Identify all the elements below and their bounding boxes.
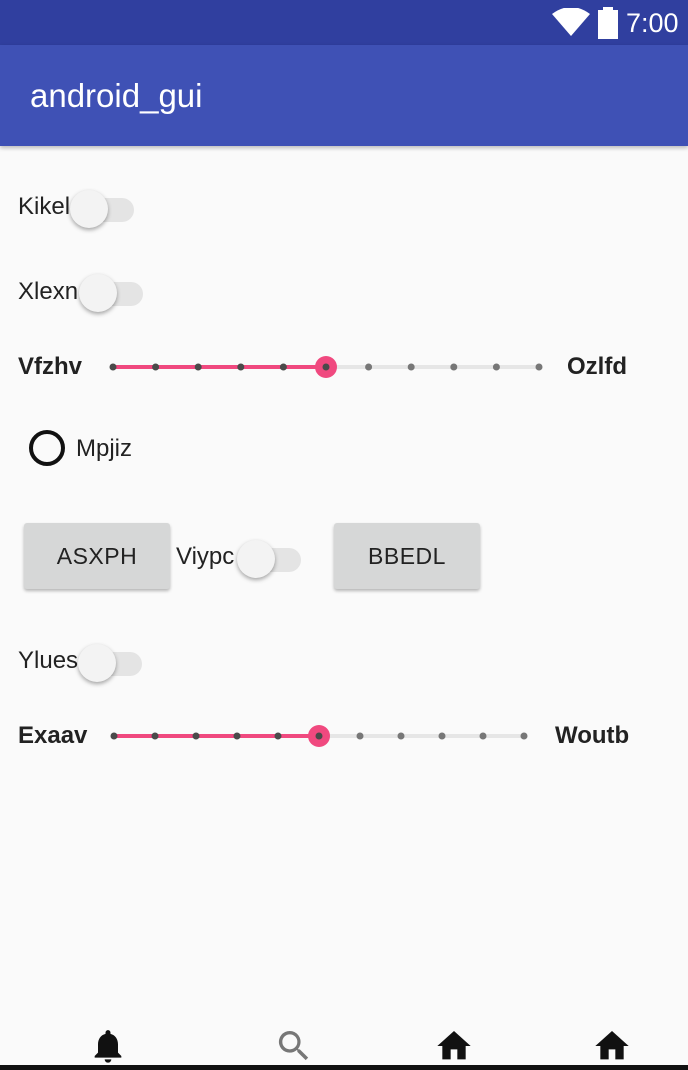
seekbar-tick (152, 363, 160, 371)
seekbar-tick (397, 732, 405, 740)
seekbar-vfzhv[interactable] (100, 352, 550, 382)
seekbar-exaav[interactable] (100, 721, 540, 751)
seekbar-tick (279, 363, 287, 371)
seekbar-tick (194, 363, 202, 371)
seekbar-track (110, 725, 528, 747)
home-icon (595, 1031, 629, 1060)
slider-left-label-vfzhv: Vfzhv (18, 353, 83, 380)
slider-left-label-exaav: Exaav (18, 722, 88, 749)
app-title: android_gui (30, 77, 203, 114)
seekbar-tick (365, 363, 373, 371)
switch-viypc[interactable] (237, 536, 303, 578)
seekbar-tick (274, 732, 282, 740)
bottom-navigation (0, 1010, 688, 1070)
status-bar: 7:00 (0, 0, 688, 45)
nav-notifications[interactable] (88, 1026, 128, 1066)
radio-mpjiz[interactable] (28, 429, 66, 467)
app-bar: android_gui (0, 45, 688, 146)
seekbar-track (109, 356, 543, 378)
switch-label-ylues: Ylues (18, 647, 79, 674)
asxph-button[interactable]: ASXPH (24, 523, 170, 589)
slider-right-label-ozlfd: Ozlfd (567, 353, 627, 380)
switch-ylues[interactable] (78, 640, 144, 682)
switch-label-kikel: Kikel (18, 193, 71, 220)
radio-label-mpjiz: Mpjiz (76, 435, 133, 462)
seekbar-tick (237, 363, 245, 371)
battery-icon (598, 7, 618, 39)
switch-label-viypc: Viypc (176, 543, 235, 570)
seekbar-tick (356, 732, 364, 740)
seekbar-tick (110, 732, 118, 740)
wifi-icon (552, 8, 590, 36)
switch-thumb (70, 190, 108, 228)
nav-home-1[interactable] (434, 1026, 474, 1066)
seekbar-tick (192, 732, 200, 740)
seekbar-tick (109, 363, 117, 371)
seekbar-tick (492, 363, 500, 371)
seekbar-tick (322, 363, 330, 371)
seekbar-tick (151, 732, 159, 740)
switch-kikel[interactable] (70, 186, 136, 228)
switch-thumb (78, 644, 116, 682)
radio-ring-icon (29, 430, 65, 466)
seekbar-tick (315, 732, 323, 740)
search-icon (278, 1031, 309, 1061)
switch-thumb (237, 540, 275, 578)
seekbar-tick (233, 732, 241, 740)
slider-right-label-woutb: Woutb (555, 722, 630, 749)
navigation-bar (0, 1065, 688, 1070)
seekbar-tick (479, 732, 487, 740)
seekbar-tick (450, 363, 458, 371)
seekbar-tick (520, 732, 528, 740)
bell-icon (94, 1030, 122, 1063)
switch-xlexn[interactable] (79, 270, 145, 312)
seekbar-tick (438, 732, 446, 740)
switch-thumb (79, 274, 117, 312)
bbedl-button[interactable]: BBEDL (334, 523, 480, 589)
nav-search[interactable] (274, 1026, 314, 1066)
seekbar-tick (535, 363, 543, 371)
seekbar-tick (407, 363, 415, 371)
nav-home-2[interactable] (592, 1026, 632, 1066)
screen: 7:00 android_gui Kikel Xlexn Vfzhv Ozlfd… (0, 0, 688, 1070)
home-icon (437, 1031, 471, 1060)
switch-label-xlexn: Xlexn (18, 278, 79, 305)
status-time: 7:00 (626, 8, 679, 38)
